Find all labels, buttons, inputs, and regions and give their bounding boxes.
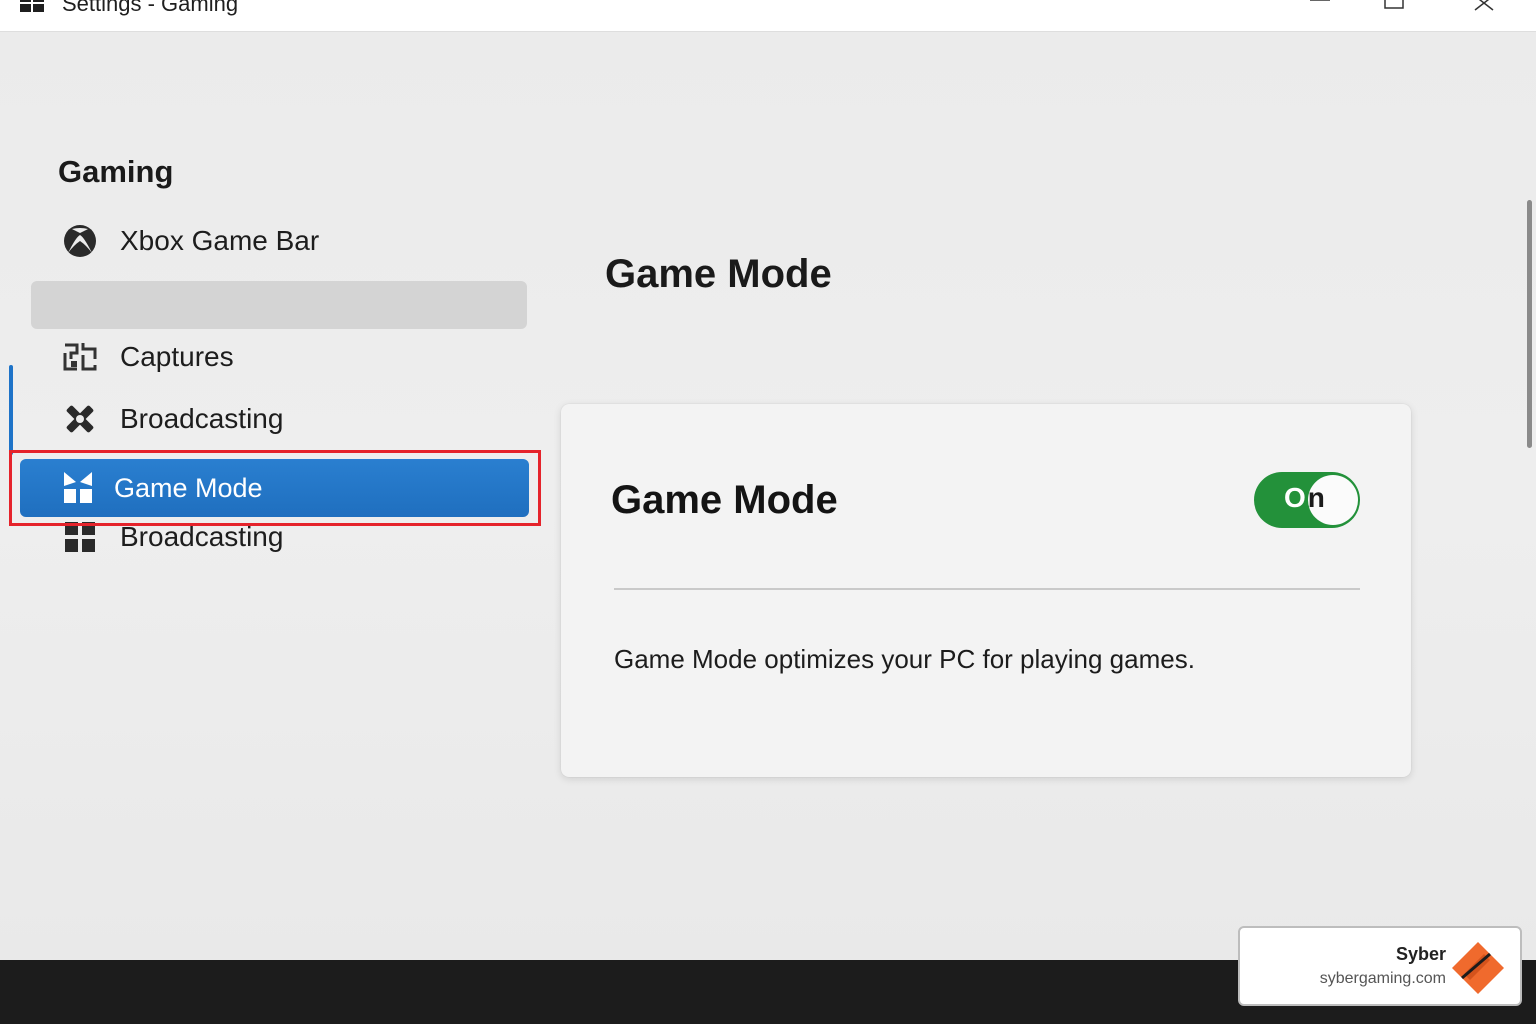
sidebar-item-label: Xbox Game Bar: [120, 225, 320, 256]
sidebar-item-xbox-game-bar[interactable]: Xbox Game Bar: [60, 218, 319, 264]
nav-accent-indicator: [9, 365, 13, 455]
selection-highlight-box: [9, 450, 541, 526]
toggle-state-label: On: [1284, 482, 1344, 514]
settings-app-icon: [20, 0, 44, 12]
card-divider: [614, 588, 1360, 590]
sidebar-hover-placeholder[interactable]: [31, 281, 527, 329]
xbox-icon: [60, 221, 100, 261]
close-icon[interactable]: [1464, 0, 1504, 16]
sidebar-item-label: Broadcasting: [120, 403, 284, 434]
watermark-badge: Syber sybergaming.com: [1238, 926, 1522, 1006]
badge-url: sybergaming.com: [1319, 970, 1446, 987]
card-description: Game Mode optimizes your PC for playing …: [614, 644, 1195, 674]
toggle-label-n: n: [1307, 482, 1327, 513]
game-mode-card: Game Mode On Game Mode optimizes your PC…: [561, 404, 1411, 777]
game-mode-toggle[interactable]: On: [1254, 472, 1360, 528]
badge-brand-name: Syber: [1395, 944, 1446, 964]
sidebar-item-captures[interactable]: Captures: [60, 334, 234, 380]
sidebar-item-label: Captures: [120, 341, 234, 372]
window-title: Settings - Gaming: [62, 0, 239, 16]
settings-main: Gaming Xbox Game Bar Captures Broadcasti…: [0, 32, 1536, 960]
toggle-label-o: O: [1284, 482, 1308, 513]
scrollbar-thumb[interactable]: [1527, 200, 1532, 448]
captures-icon: [60, 337, 100, 377]
title-bar: Settings - Gaming: [0, 0, 1536, 32]
maximize-icon[interactable]: [1374, 0, 1414, 16]
broadcasting-icon: [60, 399, 100, 439]
card-title: Game Mode: [611, 478, 838, 522]
sidebar-section-title: Gaming: [58, 154, 174, 189]
page-title: Game Mode: [605, 252, 832, 296]
syber-logo-icon: [1452, 942, 1504, 994]
sidebar-item-broadcasting[interactable]: Broadcasting: [60, 396, 283, 442]
minimize-icon[interactable]: [1300, 0, 1340, 16]
